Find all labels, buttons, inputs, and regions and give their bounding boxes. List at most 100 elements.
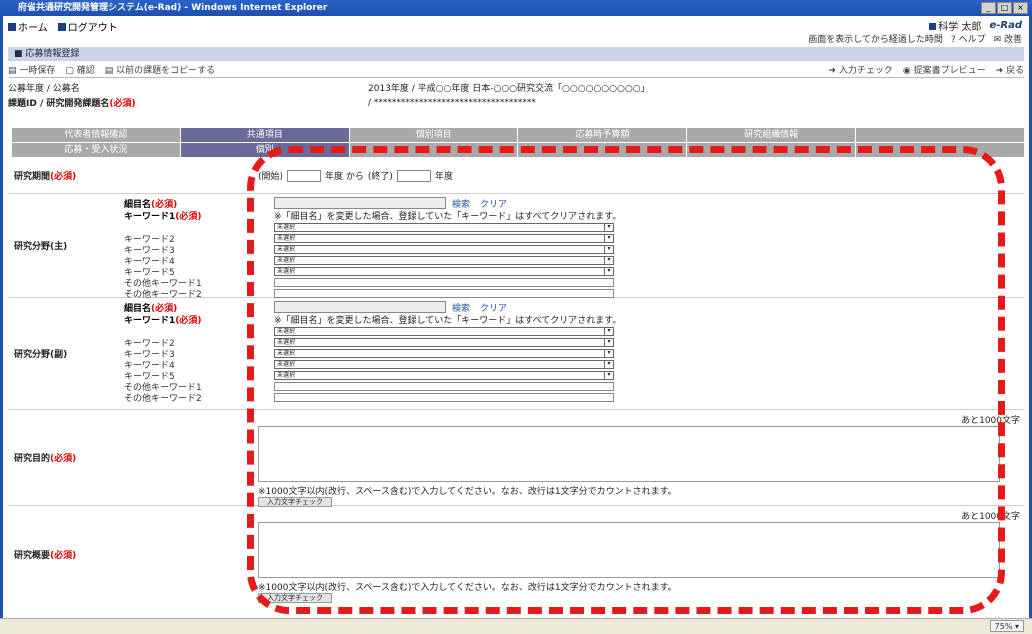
erad-logo: e-Rad xyxy=(989,20,1022,31)
sub-other-keyword1-input[interactable] xyxy=(274,382,614,391)
kadai-value: / ************************************ xyxy=(368,97,536,108)
saimoku-input[interactable] xyxy=(274,197,446,209)
copy-button[interactable]: ▤ 以前の課題をコピーする xyxy=(105,63,215,76)
tab-common[interactable]: 共通項目 xyxy=(180,128,349,142)
period-row: 研究期間 (必須) (開始) 年度 から (終了) 年度 xyxy=(8,158,1024,194)
sub-keyword5-select[interactable]: 未選択 xyxy=(274,371,614,380)
sub-keyword-list: x未選択 キーワード2未選択 キーワード3未選択 キーワード4未選択 キーワード… xyxy=(124,326,1020,404)
status-bar xyxy=(0,618,1032,634)
period-start-label: (開始) xyxy=(258,172,284,182)
preview-label: 提案書プレビュー xyxy=(913,66,986,76)
toolbar: ▤ 一時保存 ▢ 確認 ▤ 以前の課題をコピーする ➜ 入力チェック ◉ 提案書… xyxy=(8,62,1024,78)
other-keyword2-input[interactable] xyxy=(274,289,614,298)
keyword-list: x未選択 キーワード2未選択 キーワード3未選択 キーワード4未選択 キーワード… xyxy=(124,222,1020,300)
period-label: 研究期間 (必須) xyxy=(14,172,77,182)
sub-keyword1-select[interactable]: 未選択 xyxy=(274,327,614,336)
koubo-value: 2013年度 / 平成○○年度 日本-○○○研究交流「○○○○○○○○○○」 xyxy=(368,84,650,94)
search-link[interactable]: 検索 xyxy=(452,197,470,210)
home-label: ホーム xyxy=(18,22,48,34)
kw1-label: キーワード1(必須) xyxy=(124,212,202,222)
time-bar: 画面を表示してから経過した時間 ? ヘルプ ✉ 改善 xyxy=(808,32,1022,45)
section-title-text: 応募情報登録 xyxy=(25,49,80,59)
sub-other-keyword2-input[interactable] xyxy=(274,393,614,402)
section-title: ■ 応募情報登録 xyxy=(8,47,1024,61)
sub-kw1-label: キーワード1(必須) xyxy=(124,316,202,326)
keyword5-select[interactable]: 未選択 xyxy=(274,267,614,276)
keyword3-select[interactable]: 未選択 xyxy=(274,245,614,254)
sub-search-link[interactable]: 検索 xyxy=(452,301,470,314)
home-link[interactable]: ホーム xyxy=(8,19,48,34)
period-from-label: 年度 から xyxy=(325,172,364,182)
form-tabs: 代表者情報確認 共通項目 個別項目 応募時予算額 研究組織情報 応募・受入状況 … xyxy=(12,128,1024,157)
sub-keyword4-select[interactable]: 未選択 xyxy=(274,360,614,369)
preview-button[interactable]: ◉ 提案書プレビュー xyxy=(903,63,986,76)
tempsave-label: 一時保存 xyxy=(19,66,56,76)
purpose-check-button[interactable]: 入力文字チェック xyxy=(258,497,332,507)
tab-empty-2[interactable] xyxy=(349,143,518,157)
back-label: 戻る xyxy=(1005,66,1024,76)
user-name: 科学 太郎 xyxy=(929,18,981,33)
back-button[interactable]: ➜ 戻る xyxy=(996,63,1024,76)
help-label: ヘルプ xyxy=(958,35,986,45)
keyword4-select[interactable]: 未選択 xyxy=(274,256,614,265)
minimize-button[interactable]: _ xyxy=(981,2,996,14)
sub-saimoku-input[interactable] xyxy=(274,301,446,313)
tab-empty-5[interactable] xyxy=(856,143,1024,157)
zoom-level[interactable]: 75% ▾ xyxy=(989,620,1024,632)
required-mark: (必須) xyxy=(109,99,136,109)
improve-link[interactable]: ✉ 改善 xyxy=(994,32,1022,45)
summary-row: 研究概要 (必須) あと1000文字 ※1000文字以内(改行、スペース含む)で入… xyxy=(8,506,1024,603)
saimoku-label: 細目名(必須) xyxy=(124,199,178,210)
zoom-text: 75% xyxy=(994,622,1013,631)
confirm-label: 確認 xyxy=(76,66,95,76)
tab-kobetsu[interactable]: 個別 xyxy=(180,143,349,157)
improve-label: 改善 xyxy=(1003,35,1022,45)
user-icon xyxy=(929,23,937,30)
logout-link[interactable]: ログアウト xyxy=(57,19,118,34)
summary-note: ※1000文字以内(改行、スペース含む)で入力してください。なお、改行は1文字分… xyxy=(258,583,677,593)
summary-check-button[interactable]: 入力文字チェック xyxy=(258,593,332,603)
sub-keyword2-select[interactable]: 未選択 xyxy=(274,338,614,347)
summary-textarea[interactable] xyxy=(258,522,1000,578)
input-check-button[interactable]: ➜ 入力チェック xyxy=(828,63,892,76)
sub-saimoku-notice: ※「細目名」を変更した場合、登録していた「キーワード」はすべてクリアされます。 xyxy=(274,316,622,326)
clear-link[interactable]: クリア xyxy=(480,197,507,210)
tab-status[interactable]: 応募・受入状況 xyxy=(12,143,180,157)
maximize-button[interactable]: □ xyxy=(997,2,1012,14)
home-icon xyxy=(8,22,16,31)
help-link[interactable]: ? ヘルプ xyxy=(951,32,986,45)
tab-organization[interactable]: 研究組織情報 xyxy=(687,128,856,142)
kadai-label: 課題ID / 研究開発課題名 xyxy=(8,99,110,109)
confirm-button[interactable]: ▢ 確認 xyxy=(65,63,94,76)
tab-empty-4[interactable] xyxy=(687,143,856,157)
period-end-label: (終了) xyxy=(367,172,393,182)
tab-empty-3[interactable] xyxy=(518,143,687,157)
tab-budget[interactable]: 応募時予算額 xyxy=(518,128,687,142)
sub-keyword3-select[interactable]: 未選択 xyxy=(274,349,614,358)
keyword1-select[interactable]: 未選択 xyxy=(274,223,614,232)
other-keyword1-input[interactable] xyxy=(274,278,614,287)
period-nendo-label: 年度 xyxy=(434,172,453,182)
elapsed-time-label: 画面を表示してから経過した時間 xyxy=(808,35,943,45)
main-field-row: 研究分野(主) 細目名(必須) 検索 クリア キーワード1(必須) ※「細目名」を変… xyxy=(8,194,1024,300)
tab-individual[interactable]: 個別項目 xyxy=(349,128,518,142)
tab-representative[interactable]: 代表者情報確認 xyxy=(12,128,180,142)
close-button[interactable]: × xyxy=(1013,2,1028,14)
tab-empty-1[interactable] xyxy=(856,128,1024,142)
purpose-textarea[interactable] xyxy=(258,426,1000,482)
sub-other-keyword2-label: その他キーワード2 xyxy=(124,394,202,404)
sub-field-row: 研究分野(副) 細目名(必須) 検索 クリア キーワード1(必須) ※「細目名」を変… xyxy=(8,298,1024,410)
koubo-label: 公募年度 / 公募名 xyxy=(8,84,80,94)
period-end-input[interactable] xyxy=(396,169,431,182)
purpose-label: 研究目的 (必須) xyxy=(14,454,77,464)
purpose-note: ※1000文字以内(改行、スペース含む)で入力してください。なお、改行は1文字分… xyxy=(258,487,677,497)
tempsave-button[interactable]: ▤ 一時保存 xyxy=(8,63,55,76)
period-start-input[interactable] xyxy=(287,169,322,182)
sub-clear-link[interactable]: クリア xyxy=(480,301,507,314)
summary-label: 研究概要 (必須) xyxy=(14,550,77,561)
keyword2-select[interactable]: 未選択 xyxy=(274,234,614,243)
purpose-remaining: あと1000文字 xyxy=(961,416,1020,426)
window-title: 府省共通研究開発管理システム(e-Rad) - Windows Internet… xyxy=(0,0,1032,16)
info-block: 公募年度 / 公募名 2013年度 / 平成○○年度 日本-○○○研究交流「○○… xyxy=(8,80,1024,112)
user-area: 科学 太郎 e-Rad xyxy=(929,18,1022,33)
